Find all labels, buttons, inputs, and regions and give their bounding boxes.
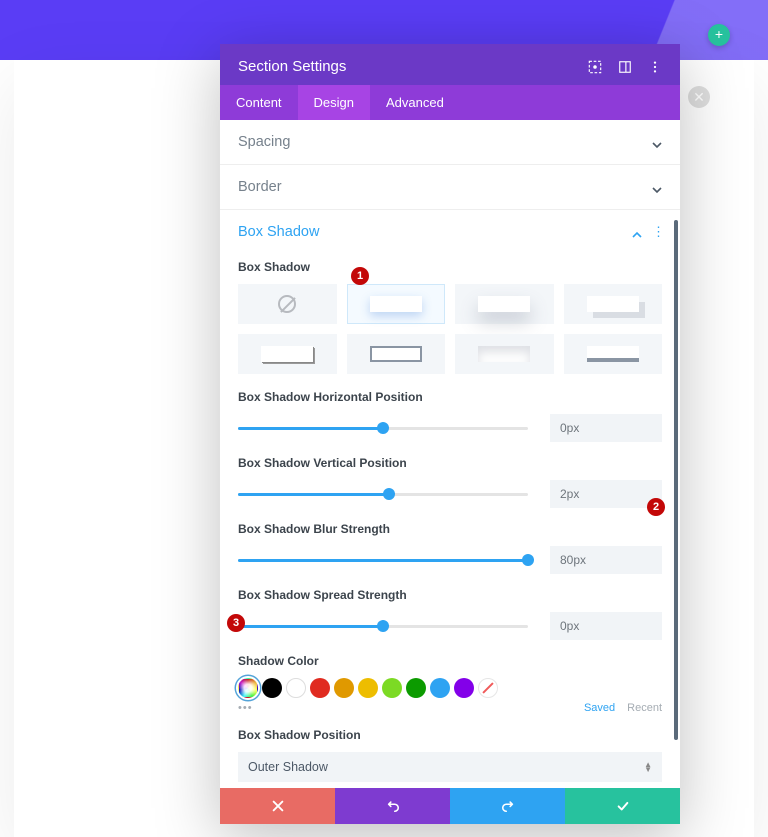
- slider-knob[interactable]: [377, 620, 389, 632]
- add-button[interactable]: +: [708, 24, 730, 46]
- modal-header: Section Settings: [220, 44, 680, 85]
- slider-blur-value[interactable]: 80px: [550, 546, 662, 574]
- slider-knob[interactable]: [377, 422, 389, 434]
- preset-3[interactable]: [564, 284, 663, 324]
- shadow-presets: [238, 284, 662, 374]
- panel-border-label: Border: [238, 179, 652, 195]
- slider-vertical-value[interactable]: 2px: [550, 480, 662, 508]
- redo-icon: [501, 799, 515, 813]
- slider-knob[interactable]: [383, 488, 395, 500]
- swatch-black[interactable]: [262, 678, 282, 698]
- panel-menu-icon[interactable]: ⋮: [652, 224, 662, 240]
- panel-icon[interactable]: [618, 60, 632, 74]
- preset-7[interactable]: [564, 334, 663, 374]
- swatch-picker[interactable]: [238, 678, 258, 698]
- slider-blur-track[interactable]: [238, 559, 528, 562]
- scrollbar[interactable]: [674, 220, 678, 740]
- color-swatches: [238, 678, 662, 698]
- slider-spread-track[interactable]: [238, 625, 528, 628]
- swatch-none[interactable]: [478, 678, 498, 698]
- annotation-3: 3: [227, 614, 245, 632]
- modal-tabs: Content Design Advanced: [220, 85, 680, 120]
- swatch-white[interactable]: [286, 678, 306, 698]
- target-icon[interactable]: [588, 60, 602, 74]
- undo-icon: [386, 799, 400, 813]
- panel-spacing: Spacing: [220, 120, 680, 165]
- select-arrows-icon: ▲▼: [644, 762, 652, 772]
- slider-vertical: Box Shadow Vertical Position 2px: [238, 456, 662, 508]
- shadow-position-select[interactable]: Outer Shadow ▲▼: [238, 752, 662, 782]
- save-button[interactable]: [565, 788, 680, 824]
- chevron-up-icon: [632, 227, 642, 237]
- slider-spread-value[interactable]: 0px: [550, 612, 662, 640]
- close-icon: [271, 799, 285, 813]
- kebab-icon[interactable]: [648, 60, 662, 74]
- cancel-button[interactable]: [220, 788, 335, 824]
- presets-label: Box Shadow: [238, 260, 662, 274]
- slider-blur: Box Shadow Blur Strength 80px: [238, 522, 662, 574]
- slider-spread: Box Shadow Spread Strength 0px: [238, 588, 662, 640]
- panel-box-shadow: Box Shadow ⋮ Box Shadow: [220, 210, 680, 788]
- shadow-color-label: Shadow Color: [238, 654, 662, 668]
- swatch-saved-tab[interactable]: Saved: [584, 702, 615, 714]
- panel-box-shadow-label: Box Shadow: [238, 224, 632, 240]
- swatch-recent-tab[interactable]: Recent: [627, 702, 662, 714]
- settings-modal: Section Settings Content Design Advanced…: [220, 44, 680, 824]
- position-label: Box Shadow Position: [238, 728, 662, 742]
- panel-box-shadow-toggle[interactable]: Box Shadow ⋮: [220, 210, 680, 254]
- preset-5[interactable]: [347, 334, 446, 374]
- tab-advanced[interactable]: Advanced: [370, 85, 460, 120]
- slider-spread-label: Box Shadow Spread Strength: [238, 588, 662, 602]
- preset-none[interactable]: [238, 284, 337, 324]
- modal-body: Spacing Border Box Shadow: [220, 120, 680, 788]
- panel-border: Border: [220, 165, 680, 210]
- slider-horizontal-label: Box Shadow Horizontal Position: [238, 390, 662, 404]
- redo-button[interactable]: [450, 788, 565, 824]
- slider-vertical-label: Box Shadow Vertical Position: [238, 456, 662, 470]
- chevron-down-icon: [652, 137, 662, 147]
- tab-design[interactable]: Design: [298, 85, 370, 120]
- panel-spacing-label: Spacing: [238, 134, 652, 150]
- modal-footer: [220, 788, 680, 824]
- slider-blur-label: Box Shadow Blur Strength: [238, 522, 662, 536]
- undo-button[interactable]: [335, 788, 450, 824]
- panel-border-toggle[interactable]: Border: [220, 165, 680, 209]
- tab-content[interactable]: Content: [220, 85, 298, 120]
- panel-spacing-toggle[interactable]: Spacing: [220, 120, 680, 164]
- modal-title: Section Settings: [238, 58, 588, 75]
- slider-horizontal: Box Shadow Horizontal Position 0px: [238, 390, 662, 442]
- preset-6[interactable]: [455, 334, 554, 374]
- swatch-red[interactable]: [310, 678, 330, 698]
- slider-horizontal-track[interactable]: [238, 427, 528, 430]
- swatch-green[interactable]: [406, 678, 426, 698]
- slider-vertical-track[interactable]: [238, 493, 528, 496]
- shadow-position-value: Outer Shadow: [248, 760, 644, 774]
- swatch-purple[interactable]: [454, 678, 474, 698]
- preset-4[interactable]: [238, 334, 337, 374]
- swatch-blue[interactable]: [430, 678, 450, 698]
- close-icon[interactable]: ✕: [688, 86, 710, 108]
- annotation-2: 2: [647, 498, 665, 516]
- chevron-down-icon: [652, 182, 662, 192]
- slider-knob[interactable]: [522, 554, 534, 566]
- swatch-lime[interactable]: [382, 678, 402, 698]
- swatch-more-icon[interactable]: •••: [238, 702, 253, 714]
- preset-1[interactable]: [347, 284, 446, 324]
- slider-horizontal-value[interactable]: 0px: [550, 414, 662, 442]
- preset-2[interactable]: [455, 284, 554, 324]
- check-icon: [616, 799, 630, 813]
- swatch-lightorange[interactable]: [358, 678, 378, 698]
- annotation-1: 1: [351, 267, 369, 285]
- swatch-orange[interactable]: [334, 678, 354, 698]
